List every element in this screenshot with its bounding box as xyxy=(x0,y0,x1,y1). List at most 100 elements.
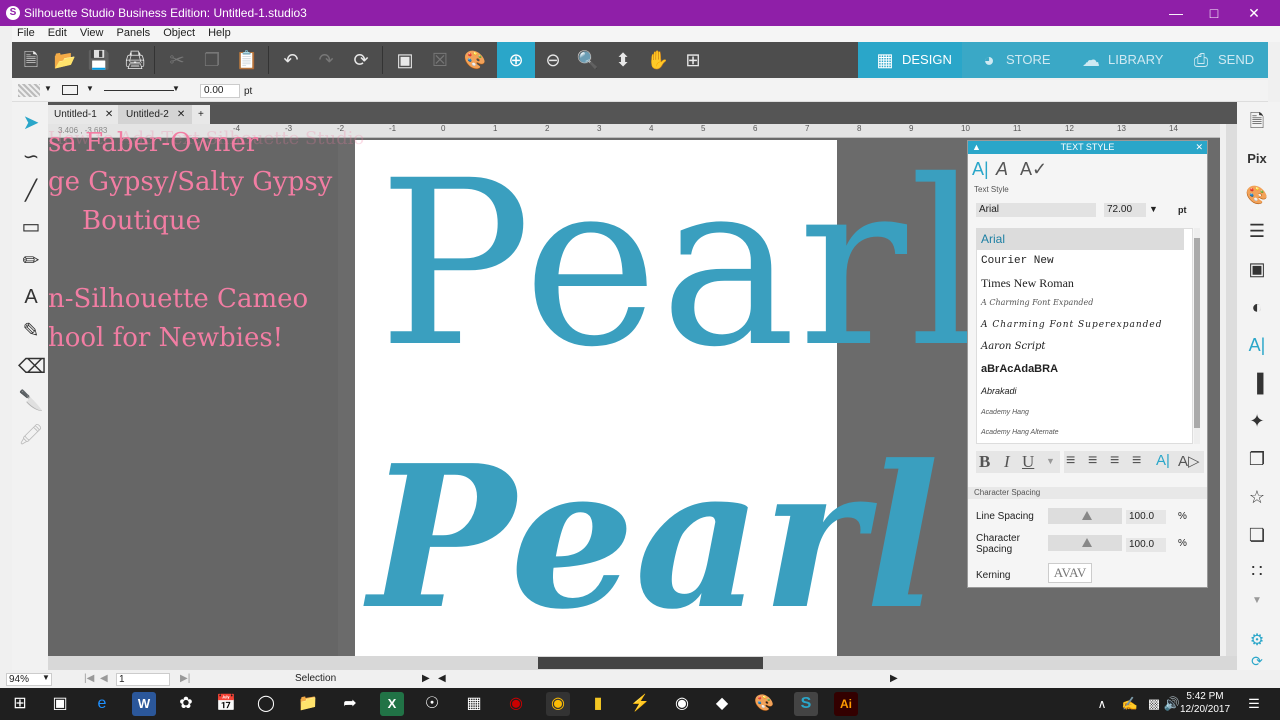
browser-icon[interactable]: ☉ xyxy=(420,692,444,716)
copy-icon[interactable]: ❐ xyxy=(199,47,225,73)
text-effects-tab-icon[interactable]: A xyxy=(996,159,1008,180)
align-right-icon[interactable]: ≡ xyxy=(1110,452,1119,470)
font-size-input[interactable]: 72.00 xyxy=(1104,203,1146,217)
minimize-button[interactable]: — xyxy=(1156,3,1196,23)
rhinestone-icon[interactable]: ∷ xyxy=(1244,558,1270,584)
menu-view[interactable]: View xyxy=(75,26,109,40)
eyedropper-icon[interactable]: 🖍 xyxy=(18,422,44,448)
open-folder-icon[interactable]: 📂 xyxy=(52,47,78,73)
camera-icon[interactable]: ◉ xyxy=(670,692,694,716)
undo-icon[interactable]: ↶ xyxy=(278,47,304,73)
task-view-icon[interactable]: ▣ xyxy=(48,692,72,716)
calculator-icon[interactable]: ▦ xyxy=(462,692,486,716)
bold-button[interactable]: B xyxy=(979,452,990,472)
silhouette-connect-icon[interactable]: ➦ xyxy=(338,692,362,716)
status-scroll-right-icon[interactable]: ▶ xyxy=(422,673,430,684)
deselect-icon[interactable]: ☒ xyxy=(427,47,453,73)
text-style-tab-icon[interactable]: A| xyxy=(972,159,989,180)
word-icon[interactable]: W xyxy=(132,692,156,716)
menu-help[interactable]: Help xyxy=(203,26,236,40)
rectangle-tool-icon[interactable]: ▭ xyxy=(18,214,44,240)
font-item-charming-expanded[interactable]: A Charming Font Expanded xyxy=(976,292,1184,314)
file-explorer-icon[interactable]: 📁 xyxy=(296,692,320,716)
font-item-abrakadi[interactable]: Abrakadi xyxy=(976,380,1184,402)
maximize-button[interactable]: □ xyxy=(1194,3,1234,23)
line-style-icon[interactable]: ☰ xyxy=(1244,218,1270,244)
tab-send[interactable]: ⎙ SEND xyxy=(1174,42,1268,78)
font-item-charming-superexpanded[interactable]: A Charming Font Superexpanded xyxy=(976,314,1184,336)
line-width-input[interactable]: 0.00 xyxy=(200,84,240,98)
text-style-icon[interactable]: A| xyxy=(1244,332,1270,358)
font-item-academy-hang[interactable]: Academy Hang xyxy=(976,402,1184,424)
line-style-dropdown-icon[interactable]: ▼ xyxy=(172,84,180,93)
start-windows-icon[interactable]: ⊞ xyxy=(8,692,32,716)
notifications-icon[interactable]: ☰ xyxy=(1242,692,1266,716)
page-setup-icon[interactable]: 🗎 xyxy=(1244,108,1270,134)
font-item-abracadabra[interactable]: aBrAcAdaBRA xyxy=(976,358,1184,380)
text-tool-icon[interactable]: A xyxy=(18,284,44,310)
sketch-icon[interactable]: ▣ xyxy=(1244,256,1270,282)
hand-pan-icon[interactable]: ✋ xyxy=(645,47,671,73)
canvas-text-line-5[interactable]: hool for Newbies! xyxy=(48,323,283,353)
redraw-icon[interactable]: ⟳ xyxy=(348,47,374,73)
line-spacing-slider[interactable] xyxy=(1048,508,1122,524)
excel-icon[interactable]: X xyxy=(380,692,404,716)
close-window-button[interactable]: ✕ xyxy=(1234,3,1274,23)
font-item-times[interactable]: Times New Roman xyxy=(976,272,1184,294)
ps-app-icon[interactable]: ◉ xyxy=(504,692,528,716)
media-icon[interactable]: ◯ xyxy=(254,692,278,716)
page-number-input[interactable]: 1 xyxy=(116,673,170,686)
replicate-icon[interactable]: ❐ xyxy=(1244,446,1270,472)
paste-icon[interactable]: 📋 xyxy=(234,47,260,73)
refresh-icon[interactable]: ⟳ xyxy=(1244,648,1270,674)
select-arrow-icon[interactable]: ➤ xyxy=(18,110,44,136)
char-spacing-input[interactable]: 100.0 xyxy=(1126,538,1166,552)
vertical-scrollbar[interactable] xyxy=(1226,124,1237,656)
zoom-in-button[interactable]: ⊕ xyxy=(497,42,535,78)
silhouette-studio-taskbar-icon[interactable]: S xyxy=(794,692,818,716)
align-left-icon[interactable]: ≡ xyxy=(1066,452,1075,470)
justify-icon[interactable]: ≡ xyxy=(1132,452,1141,470)
canvas-text-line-3[interactable]: Boutique xyxy=(82,206,201,236)
zoom-out-icon[interactable]: ⊖ xyxy=(540,47,566,73)
align-icon[interactable]: ▐ xyxy=(1244,370,1270,396)
font-item-courier[interactable]: Courier New xyxy=(976,250,1184,272)
status-scroll-left-icon[interactable]: ◀ xyxy=(438,673,446,684)
tray-chevron-icon[interactable]: ∧ xyxy=(1090,692,1114,716)
horizontal-scroll-thumb[interactable] xyxy=(538,657,763,669)
font-name-input[interactable]: Arial xyxy=(976,203,1096,217)
new-file-icon[interactable]: 🗎 xyxy=(18,47,44,73)
vm-app-icon[interactable]: ◆ xyxy=(710,692,734,716)
edge-browser-icon[interactable]: e xyxy=(90,692,114,716)
tab-store[interactable]: ◕ STORE xyxy=(962,42,1064,78)
zoom-dropdown-icon[interactable]: ▼ xyxy=(42,673,50,682)
eraser-icon[interactable]: ⌫ xyxy=(18,354,46,380)
zoom-box-icon[interactable]: 🔍 xyxy=(575,47,601,73)
menu-edit[interactable]: Edit xyxy=(43,26,72,40)
star-icon[interactable]: ☆ xyxy=(1244,484,1270,510)
collapse-icon[interactable]: ▲ xyxy=(972,141,981,154)
char-spacing-slider[interactable] xyxy=(1048,535,1122,551)
canvas-text-line-1[interactable]: sa Faber-Owner xyxy=(48,128,258,158)
line-tool-icon[interactable]: ╱ xyxy=(18,178,44,204)
status-scroll-end-icon[interactable]: ▶ xyxy=(890,673,898,684)
save-icon[interactable]: 💾 xyxy=(86,47,112,73)
trace-icon[interactable]: ❏ xyxy=(1244,522,1270,548)
draw-pencil-icon[interactable]: ✏ xyxy=(18,248,44,274)
print-icon[interactable]: 🖨 xyxy=(122,47,148,73)
vertical-text-icon[interactable]: A▷ xyxy=(1178,452,1200,470)
underline-button[interactable]: U xyxy=(1022,452,1034,472)
text-path-tab-icon[interactable]: A✓ xyxy=(1020,159,1047,180)
line-color-swatch[interactable] xyxy=(62,85,78,95)
horizontal-scrollbar[interactable] xyxy=(48,656,1237,670)
close-tab-icon[interactable]: ✕ xyxy=(105,109,113,120)
app-icon[interactable]: ✿ xyxy=(174,692,198,716)
pen-tray-icon[interactable]: ✍ xyxy=(1118,692,1142,716)
horizontal-text-icon[interactable]: A| xyxy=(1156,452,1170,469)
pan-down-icon[interactable]: ⬍ xyxy=(610,47,636,73)
select-by-color-icon[interactable]: 🎨 xyxy=(462,47,488,73)
select-all-icon[interactable]: ▣ xyxy=(392,47,418,73)
fill-pattern-swatch[interactable] xyxy=(18,84,40,97)
tab-design[interactable]: ▦ DESIGN xyxy=(858,42,962,78)
edit-text-icon[interactable]: ✎ xyxy=(18,318,44,344)
